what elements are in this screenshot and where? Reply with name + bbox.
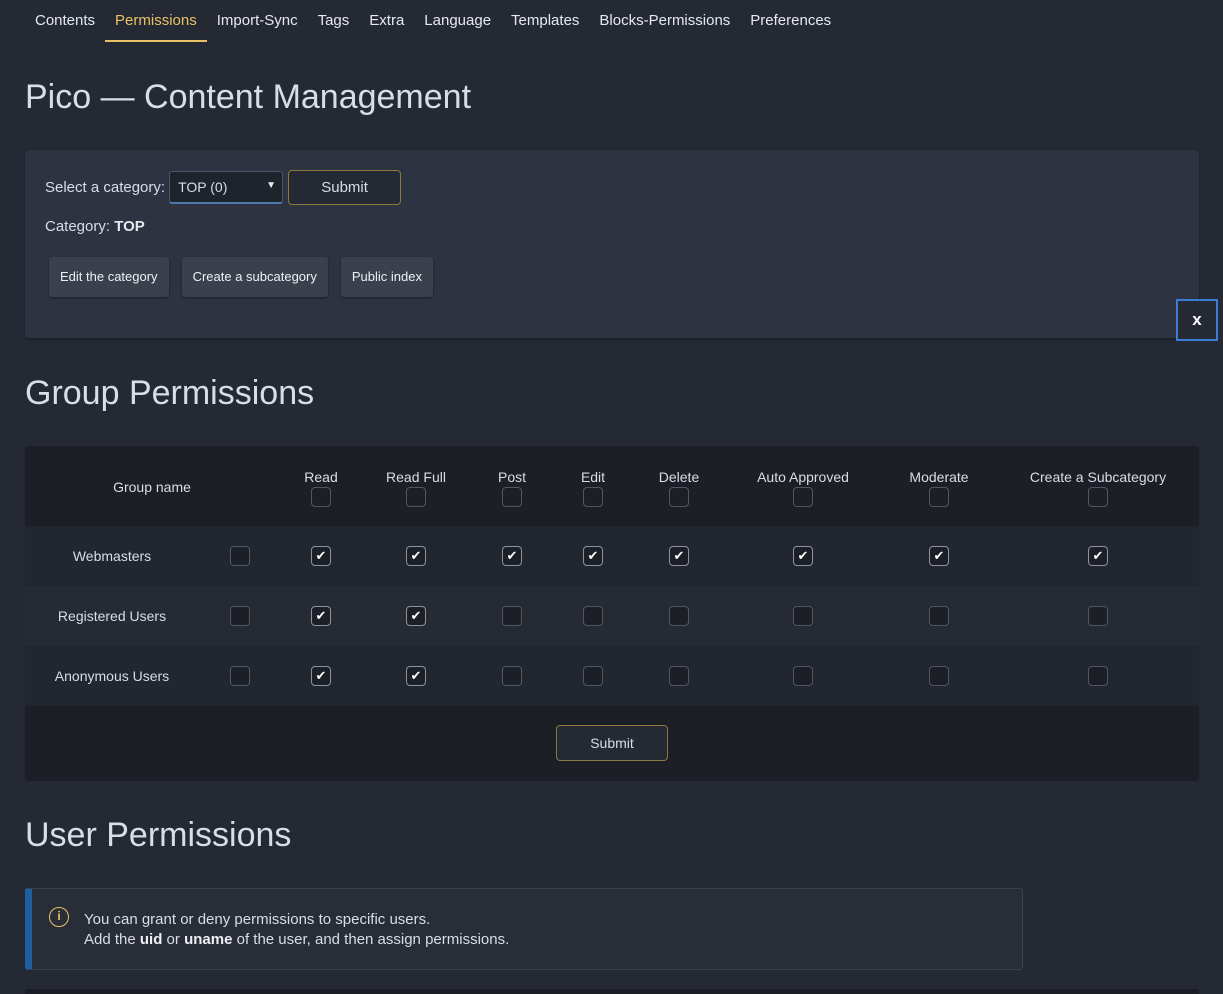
permission-checkbox[interactable]: ✔	[406, 546, 426, 566]
category-select-label: Select a category:	[45, 179, 166, 196]
permission-checkbox[interactable]	[669, 606, 689, 626]
group-permissions-title: Group Permissions	[25, 374, 315, 412]
column-select-all-checkbox[interactable]	[502, 487, 522, 507]
permission-checkbox[interactable]	[583, 666, 603, 686]
caret-down-icon: ▼	[266, 180, 277, 191]
row-select-all-checkbox[interactable]	[230, 666, 250, 686]
permission-checkbox[interactable]: ✔	[311, 606, 331, 626]
permission-checkbox[interactable]	[1088, 606, 1108, 626]
tab-permissions[interactable]: Permissions	[105, 0, 207, 42]
column-header: Read Full	[386, 469, 446, 485]
permission-checkbox[interactable]: ✔	[311, 666, 331, 686]
close-button[interactable]: x	[1176, 299, 1218, 341]
permission-checkbox[interactable]: ✔	[583, 546, 603, 566]
current-category: Category: TOP	[45, 218, 145, 235]
permission-checkbox[interactable]	[669, 666, 689, 686]
group-name: Registered Users	[57, 608, 167, 624]
permission-checkbox[interactable]	[1088, 666, 1108, 686]
group-name: Anonymous Users	[54, 668, 170, 684]
category-select-row: Select a category: TOP (0) ▼ Submit	[45, 170, 402, 205]
permission-checkbox[interactable]	[502, 666, 522, 686]
group-name: Webmasters	[72, 548, 152, 564]
permission-checkbox[interactable]: ✔	[311, 546, 331, 566]
group-name-header: Group name	[113, 479, 191, 495]
category-name: TOP	[114, 218, 145, 235]
info-text: You can grant or deny permissions to spe…	[84, 910, 509, 950]
tab-preferences[interactable]: Preferences	[740, 0, 841, 42]
category-select-value: TOP (0)	[178, 179, 228, 195]
info-line-2: Add the uid or uname of the user, and th…	[84, 930, 509, 950]
info-alert: i You can grant or deny permissions to s…	[25, 888, 1023, 970]
column-select-all-checkbox[interactable]	[311, 487, 331, 507]
permission-checkbox[interactable]: ✔	[793, 546, 813, 566]
row-select-all-checkbox[interactable]	[230, 546, 250, 566]
permission-checkbox[interactable]: ✔	[502, 546, 522, 566]
tab-contents[interactable]: Contents	[25, 0, 105, 42]
info-text-segment: of the user, and then assign permissions…	[232, 931, 510, 948]
uid-term: uid	[139, 931, 163, 948]
column-header: Moderate	[909, 469, 969, 485]
info-text-segment: Add the	[84, 931, 140, 948]
category-select[interactable]: TOP (0) ▼	[169, 171, 284, 204]
column-header: Create a Subcategory	[1029, 469, 1167, 485]
permission-checkbox[interactable]: ✔	[406, 666, 426, 686]
permission-checkbox[interactable]	[929, 606, 949, 626]
column-header: Edit	[580, 469, 606, 485]
column-select-all-checkbox[interactable]	[929, 487, 949, 507]
group-permissions-table: Group name Read Read Full Post Edit Delete Au…	[25, 446, 1199, 781]
info-line-1: You can grant or deny permissions to spe…	[84, 911, 431, 928]
permission-checkbox[interactable]: ✔	[1088, 546, 1108, 566]
column-select-all-checkbox[interactable]	[406, 487, 426, 507]
column-select-all-checkbox[interactable]	[1088, 487, 1108, 507]
admin-tabs: Contents Permissions Import-Sync Tags Ex…	[25, 0, 841, 42]
uname-term: uname	[184, 931, 233, 948]
permission-checkbox[interactable]: ✔	[669, 546, 689, 566]
permission-checkbox[interactable]	[793, 606, 813, 626]
user-permissions-title: User Permissions	[25, 816, 292, 854]
public-index-button[interactable]: Public index	[340, 257, 433, 297]
permission-checkbox[interactable]: ✔	[406, 606, 426, 626]
tab-extra[interactable]: Extra	[359, 0, 414, 42]
row-select-all-checkbox[interactable]	[230, 606, 250, 626]
column-header: Post	[497, 469, 527, 485]
permission-checkbox[interactable]	[502, 606, 522, 626]
column-select-all-checkbox[interactable]	[669, 487, 689, 507]
category-prefix: Category:	[45, 218, 111, 235]
table-row: Anonymous Users ✔ ✔	[25, 646, 1199, 706]
create-subcategory-button[interactable]: Create a subcategory	[181, 257, 328, 297]
tab-language[interactable]: Language	[414, 0, 501, 42]
column-select-all-checkbox[interactable]	[583, 487, 603, 507]
table-header: Group name Read Read Full Post Edit Delete Au…	[25, 446, 1199, 526]
info-circle-icon: i	[49, 907, 69, 927]
tab-blocks-permissions[interactable]: Blocks-Permissions	[589, 0, 740, 42]
edit-category-button[interactable]: Edit the category	[49, 257, 169, 297]
page-title: Pico — Content Management	[25, 78, 472, 116]
column-header: Read	[304, 469, 338, 485]
table-row: Registered Users ✔ ✔	[25, 586, 1199, 646]
tab-tags[interactable]: Tags	[308, 0, 360, 42]
user-permissions-table-top	[25, 989, 1199, 994]
tab-import-sync[interactable]: Import-Sync	[207, 0, 308, 42]
permission-checkbox[interactable]	[793, 666, 813, 686]
permission-checkbox[interactable]: ✔	[929, 546, 949, 566]
permission-checkbox[interactable]	[583, 606, 603, 626]
group-permissions-submit-button[interactable]: Submit	[556, 725, 668, 761]
category-panel: Select a category: TOP (0) ▼ Submit Cate…	[25, 150, 1199, 338]
column-header: Auto Approved	[757, 469, 849, 485]
column-select-all-checkbox[interactable]	[793, 487, 813, 507]
permission-checkbox[interactable]	[929, 666, 949, 686]
tab-templates[interactable]: Templates	[501, 0, 589, 42]
category-actions: Edit the category Create a subcategory P…	[49, 257, 446, 297]
category-submit-button[interactable]: Submit	[288, 170, 402, 205]
info-text-segment: or	[162, 931, 185, 948]
table-row: Webmasters ✔ ✔ ✔ ✔ ✔ ✔ ✔ ✔	[25, 526, 1199, 586]
column-header: Delete	[658, 469, 700, 485]
